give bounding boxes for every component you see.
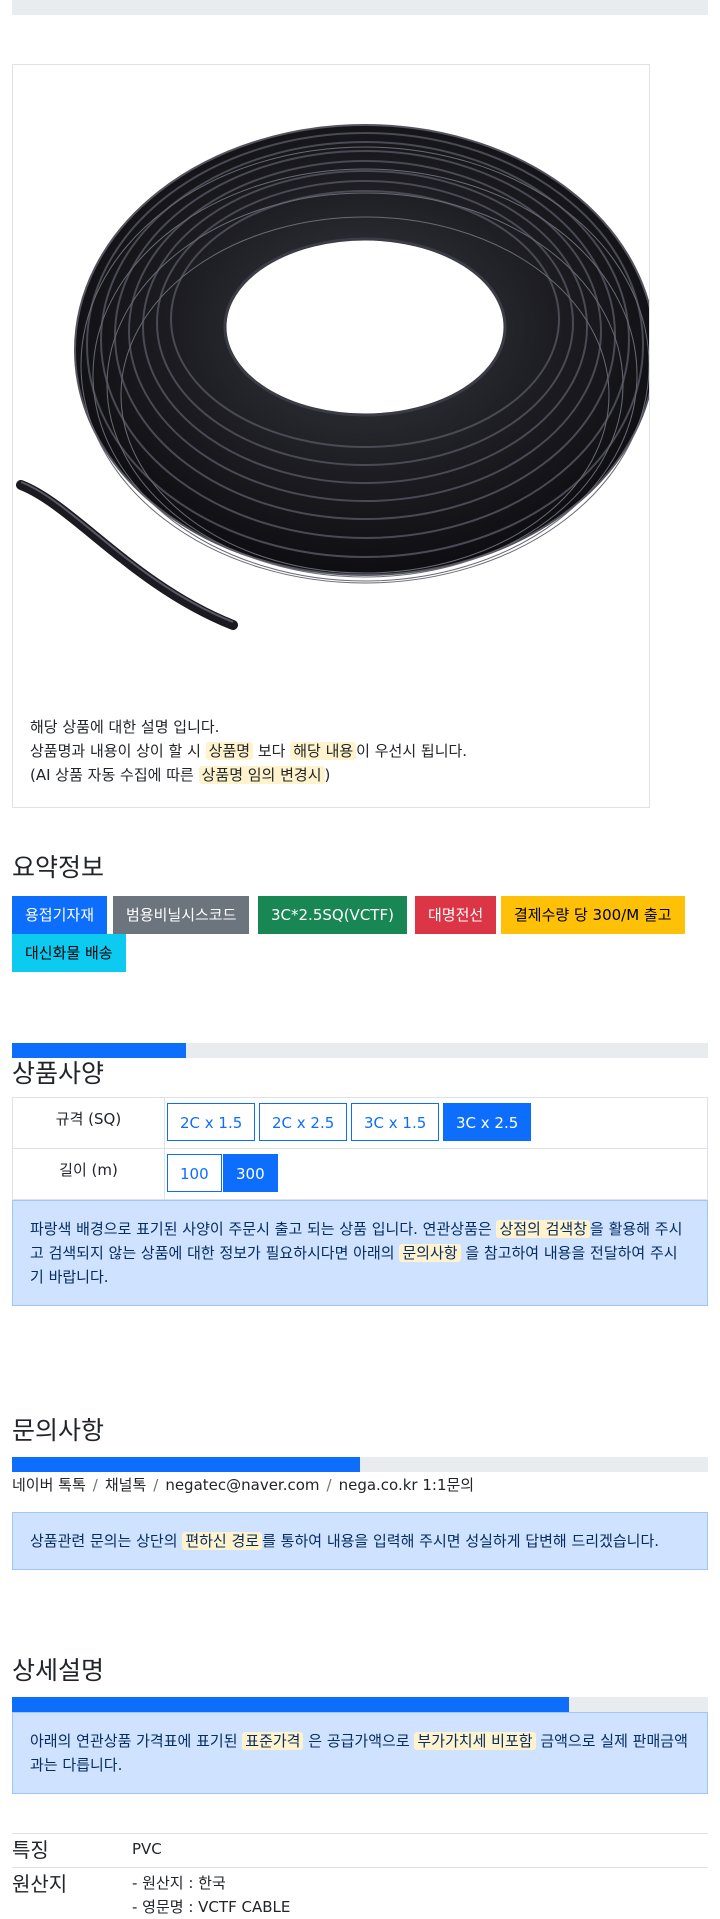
product-description: 해당 상품에 대한 설명 입니다. 상품명과 내용이 상이 할 시 상품명 보다… (30, 715, 467, 787)
spec-label-length: 길이 (m) (13, 1149, 165, 1199)
detail-row-feature: 특징 PVC (12, 1833, 708, 1867)
detail-title: 상세설명 (12, 1656, 105, 1685)
highlight-content: 해당 내용 (290, 742, 357, 760)
inquiry-notice: 상품관련 문의는 상단의 편하신 경로 를 통하여 내용을 입력해 주시면 성실하… (12, 1512, 708, 1570)
inquiry-title: 문의사항 (12, 1416, 105, 1445)
highlight-standard-price: 표준가격 (242, 1732, 304, 1750)
description-line-1: 해당 상품에 대한 설명 입니다. (30, 718, 220, 736)
badge-category[interactable]: 용접기자재 (12, 896, 108, 934)
spec-row-size: 규격 (SQ) 2C x 1.5 2C x 2.5 3C x 1.5 3C x … (12, 1097, 708, 1149)
badge-manufacturer[interactable]: 대명전선 (415, 896, 497, 934)
spec-progress-fill (12, 1043, 186, 1058)
spec-label-size: 규격 (SQ) (13, 1098, 165, 1148)
highlight-name-change: 상품명 임의 변경시 (198, 766, 325, 784)
highlight-inquiry: 문의사항 (399, 1244, 461, 1262)
option-300[interactable]: 300 (223, 1154, 278, 1192)
channel-separator: / (92, 1476, 98, 1494)
detail-key-origin: 원산지 (12, 1872, 68, 1896)
channel-separator: / (326, 1476, 332, 1494)
description-line-2: 상품명과 내용이 상이 할 시 상품명 보다 해당 내용 이 우선시 됩니다. (30, 742, 468, 760)
option-3c-1-5[interactable]: 3C x 1.5 (351, 1103, 440, 1141)
detail-value-english-name: - 영문명 : VCTF CABLE (132, 1898, 291, 1916)
channel-channeltalk[interactable]: 채널톡 (105, 1476, 146, 1494)
spec-notice: 파랑색 배경으로 표기된 사양이 주문시 출고 되는 상품 입니다. 연관상품은… (12, 1200, 708, 1306)
detail-notice: 아래의 연관상품 가격표에 표기된 표준가격 은 공급가액으로 부가가치세 비포… (12, 1712, 708, 1794)
spec-row-length: 길이 (m) 100 300 (12, 1148, 708, 1200)
highlight-product-name: 상품명 (205, 742, 254, 760)
detail-value-feature: PVC (132, 1840, 162, 1858)
channel-naver-talk[interactable]: 네이버 톡톡 (12, 1476, 86, 1494)
detail-progress-bar (12, 1697, 708, 1712)
product-image (16, 124, 649, 630)
summary-title: 요약정보 (12, 853, 105, 882)
option-2c-1-5[interactable]: 2C x 1.5 (167, 1103, 256, 1141)
spec-title: 상품사양 (12, 1059, 105, 1088)
highlight-store-search: 상점의 검색창 (496, 1220, 591, 1238)
channel-email[interactable]: negatec@naver.com (165, 1476, 319, 1494)
option-2c-2-5[interactable]: 2C x 2.5 (259, 1103, 348, 1141)
option-3c-2-5[interactable]: 3C x 2.5 (443, 1103, 532, 1141)
detail-row-origin: 원산지 - 원산지 : 한국 - 영문명 : VCTF CABLE (12, 1867, 708, 1917)
inquiry-progress-bar (12, 1457, 708, 1472)
option-100[interactable]: 100 (167, 1154, 222, 1192)
detail-progress-fill (12, 1697, 569, 1712)
badge-shipping[interactable]: 대신화물 배송 (12, 934, 126, 972)
channel-separator: / (153, 1476, 159, 1494)
inquiry-progress-fill (12, 1457, 360, 1472)
detail-key-feature: 특징 (12, 1838, 49, 1862)
detail-value-origin: - 원산지 : 한국 (132, 1874, 226, 1892)
highlight-preferred-route: 편하신 경로 (182, 1532, 263, 1550)
top-divider-bar (12, 0, 708, 15)
badge-product-type[interactable]: 범용비닐시스코드 (113, 896, 250, 934)
product-card: 해당 상품에 대한 설명 입니다. 상품명과 내용이 상이 할 시 상품명 보다… (12, 64, 650, 808)
badge-order-unit[interactable]: 결제수량 당 300/M 출고 (501, 896, 685, 934)
spec-progress-bar (12, 1043, 708, 1058)
badge-spec[interactable]: 3C*2.5SQ(VCTF) (258, 896, 407, 934)
channel-website-inquiry[interactable]: nega.co.kr 1:1문의 (339, 1476, 475, 1494)
highlight-vat-excluded: 부가가치세 비포함 (414, 1732, 536, 1750)
description-line-3: (AI 상품 자동 수집에 따른 상품명 임의 변경시) (30, 766, 331, 784)
inquiry-channels: 네이버 톡톡 / 채널톡 / negatec@naver.com / nega.co.kr … (12, 1474, 474, 1495)
